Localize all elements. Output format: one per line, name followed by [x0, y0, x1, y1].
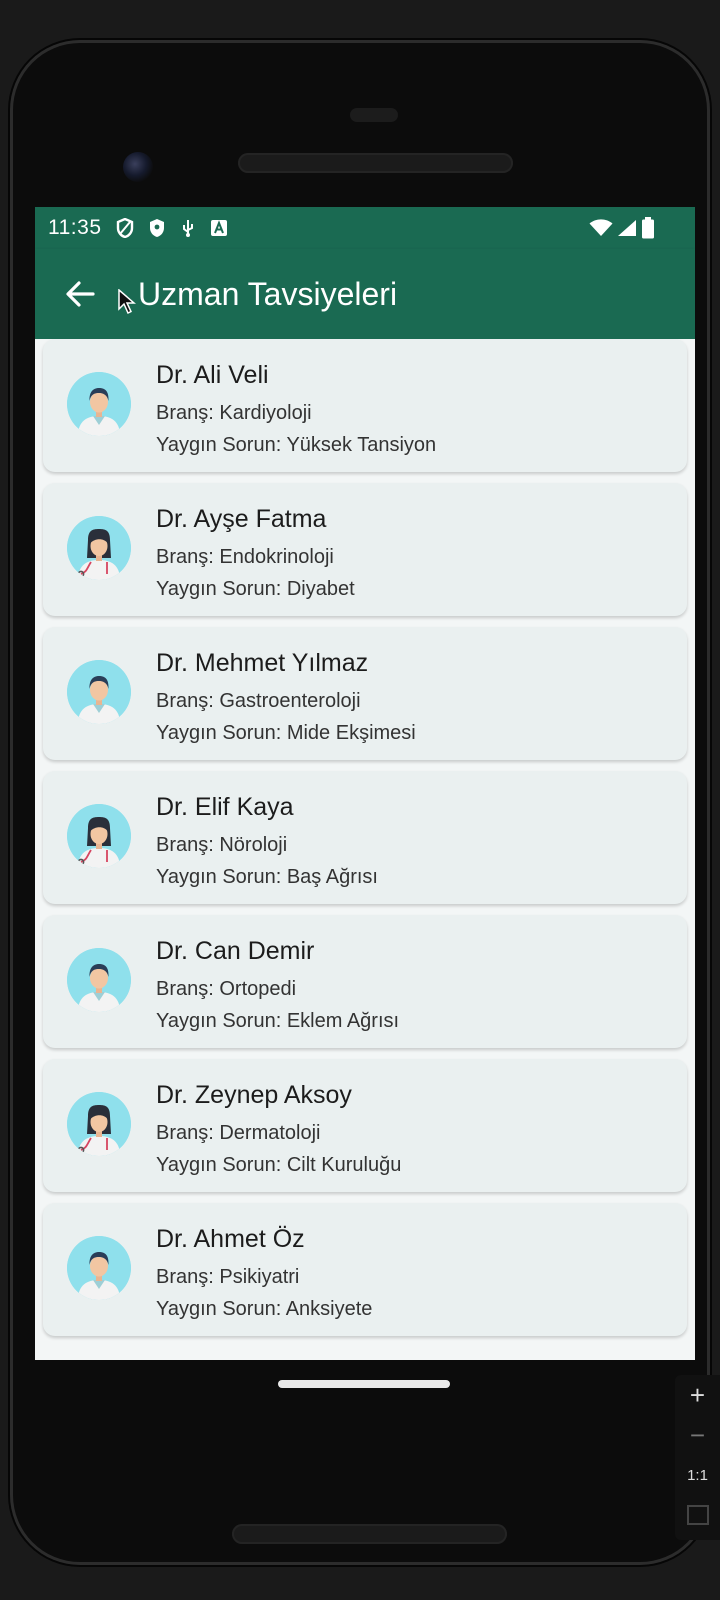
doctor-female-avatar: [67, 516, 131, 580]
zoom-out-button[interactable]: −: [675, 1415, 720, 1455]
device-screen: 11:35 Uzman Tavsiyeleri Dr. Ali Veli Bra…: [35, 207, 695, 1360]
expert-branch: Branş: Nöroloji: [156, 834, 288, 856]
expert-problem: Yaygın Sorun: Anksiyete: [156, 1298, 373, 1320]
emulator-zoom-panel: + − 1:1: [675, 1375, 720, 1540]
expert-card-ayse-fatma[interactable]: Dr. Ayşe Fatma Branş: Endokrinoloji Yayg…: [43, 483, 687, 616]
expert-problem: Yaygın Sorun: Diyabet: [156, 578, 355, 600]
expert-name: Dr. Ali Veli: [156, 361, 269, 389]
status-bar: 11:35: [35, 207, 695, 249]
page-title: Uzman Tavsiyeleri: [138, 275, 398, 312]
expert-card-ahmet-oz[interactable]: Dr. Ahmet Öz Branş: Psikiyatri Yaygın So…: [43, 1203, 687, 1336]
expert-card-zeynep-aksoy[interactable]: Dr. Zeynep Aksoy Branş: Dermatoloji Yayg…: [43, 1059, 687, 1192]
expert-name: Dr. Mehmet Yılmaz: [156, 649, 369, 677]
expert-card-ali-veli[interactable]: Dr. Ali Veli Branş: Kardiyoloji Yaygın S…: [43, 339, 687, 472]
expert-name: Dr. Can Demir: [156, 937, 315, 965]
status-right-icons: [589, 217, 655, 239]
expert-branch: Branş: Dermatoloji: [156, 1122, 321, 1144]
expert-problem: Yaygın Sorun: Cilt Kuruluğu: [156, 1154, 402, 1176]
mouse-cursor-icon: [118, 289, 136, 315]
expert-card-mehmet-yilmaz[interactable]: Dr. Mehmet Yılmaz Branş: Gastroenteroloj…: [43, 627, 687, 760]
earpiece-speaker: [238, 153, 513, 173]
expert-branch: Branş: Psikiyatri: [156, 1266, 300, 1288]
battery-icon: [642, 217, 654, 239]
doctor-male-avatar: [67, 1236, 131, 1300]
expert-problem: Yaygın Sorun: Yüksek Tansiyon: [156, 434, 437, 456]
expert-problem: Yaygın Sorun: Baş Ağrısı: [156, 866, 378, 888]
expert-name: Dr. Ahmet Öz: [156, 1225, 305, 1253]
contact-box-icon: [210, 220, 227, 236]
expert-problem: Yaygın Sorun: Eklem Ağrısı: [156, 1010, 400, 1032]
zoom-reset-button[interactable]: 1:1: [675, 1455, 720, 1495]
doctor-male-avatar: [67, 660, 131, 724]
zoom-in-button[interactable]: +: [675, 1375, 720, 1415]
usb-icon: [182, 220, 193, 237]
wifi-icon: [589, 219, 613, 236]
expert-branch: Branş: Endokrinoloji: [156, 546, 334, 568]
expert-problem: Yaygın Sorun: Mide Ekşimesi: [156, 722, 416, 744]
front-camera: [123, 152, 153, 182]
expert-card-can-demir[interactable]: Dr. Can Demir Branş: Ortopedi Yaygın Sor…: [43, 915, 687, 1048]
expert-branch: Branş: Ortopedi: [156, 978, 297, 1000]
back-button[interactable]: [60, 274, 100, 314]
doctor-male-avatar: [67, 372, 131, 436]
app-bar: Uzman Tavsiyeleri: [35, 249, 695, 339]
expert-name: Dr. Elif Kaya: [156, 793, 294, 821]
expert-card-elif-kaya[interactable]: Dr. Elif Kaya Branş: Nöroloji Yaygın Sor…: [43, 771, 687, 904]
status-left-icons: [116, 218, 228, 238]
status-time: 11:35: [48, 216, 102, 239]
doctor-female-avatar: [67, 804, 131, 868]
expert-branch: Branş: Gastroenteroloji: [156, 690, 361, 712]
expert-name: Dr. Ayşe Fatma: [156, 505, 327, 533]
expert-name: Dr. Zeynep Aksoy: [156, 1081, 352, 1109]
shield-filled-icon: [149, 219, 164, 237]
doctor-male-avatar: [67, 948, 131, 1012]
bottom-speaker: [232, 1524, 507, 1544]
arrow-left-icon: [66, 281, 95, 307]
expert-list: Dr. Ali Veli Branş: Kardiyoloji Yaygın S…: [35, 339, 695, 1360]
expert-branch: Branş: Kardiyoloji: [156, 402, 312, 424]
fit-screen-icon: [686, 1505, 709, 1525]
zoom-fit-button[interactable]: [675, 1495, 720, 1535]
gesture-home-bar[interactable]: [278, 1380, 450, 1388]
shield-outline-icon: [116, 218, 133, 238]
doctor-female-avatar: [67, 1092, 131, 1156]
signal-icon: [618, 220, 636, 236]
top-sensor: [350, 108, 398, 122]
